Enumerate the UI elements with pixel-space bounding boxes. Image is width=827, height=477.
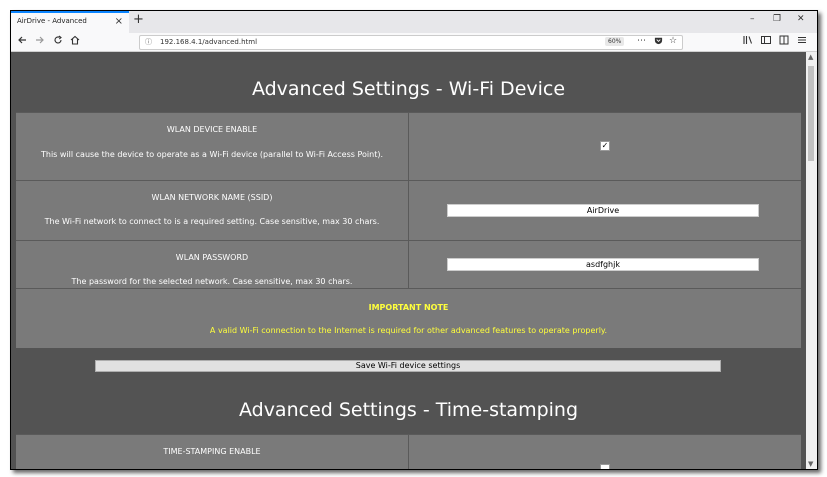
- timestamping-section-title: Advanced Settings - Time-stamping: [238, 399, 579, 421]
- home-icon[interactable]: [70, 35, 80, 48]
- vertical-scrollbar[interactable]: ▲ ▼: [806, 52, 817, 469]
- nav-bar: ⓘ 192.168.4.1/advanced.html 60% ⋯ ☆: [11, 33, 817, 52]
- browser-window: AirDrive - Advanced × + – ❐ ✕ ⓘ 192.168.…: [10, 10, 818, 470]
- minimize-icon[interactable]: –: [750, 14, 755, 24]
- value-cell: AirDrive: [409, 181, 801, 240]
- scroll-up-icon[interactable]: ▲: [808, 53, 813, 61]
- timestamping-enable-label: TIME-STAMPING ENABLE: [163, 447, 261, 456]
- back-icon[interactable]: [17, 35, 27, 48]
- scroll-down-icon[interactable]: ▼: [808, 460, 813, 468]
- label-cell: WLAN NETWORK NAME (SSID) The Wi-Fi netwo…: [16, 181, 409, 240]
- forward-icon[interactable]: [35, 35, 45, 48]
- library-icon[interactable]: [743, 35, 753, 48]
- tab-title: AirDrive - Advanced: [17, 17, 87, 25]
- save-wifi-settings-button[interactable]: Save Wi-Fi device settings: [95, 360, 721, 372]
- password-desc: The password for the selected network. C…: [71, 277, 353, 286]
- reader-icon[interactable]: [779, 35, 789, 48]
- ssid-label: WLAN NETWORK NAME (SSID): [151, 193, 273, 202]
- new-tab-button[interactable]: +: [133, 12, 144, 27]
- page-actions-icon[interactable]: ⋯: [637, 36, 646, 46]
- window-close-icon[interactable]: ✕: [797, 14, 805, 24]
- wifi-section-title: Advanced Settings - Wi-Fi Device: [251, 78, 566, 100]
- tab-close-icon[interactable]: ×: [115, 16, 123, 27]
- wlan-device-enable-desc: This will cause the device to operate as…: [41, 150, 383, 159]
- important-note-text: A valid Wi-Fi connection to the Internet…: [209, 326, 608, 335]
- zoom-indicator[interactable]: 60%: [605, 37, 625, 46]
- reload-icon[interactable]: [53, 35, 63, 48]
- address-bar[interactable]: ⓘ 192.168.4.1/advanced.html 60% ⋯ ☆: [139, 35, 683, 50]
- value-cell: ✓: [409, 113, 801, 180]
- timestamping-enable-row: TIME-STAMPING ENABLE: [16, 434, 801, 469]
- label-cell: WLAN PASSWORD The password for the selec…: [16, 241, 409, 288]
- page-content: Advanced Settings - Wi-Fi Device WLAN DE…: [11, 52, 806, 469]
- info-icon[interactable]: ⓘ: [145, 37, 152, 47]
- sidebar-icon[interactable]: [761, 35, 771, 48]
- pocket-icon[interactable]: [654, 36, 663, 48]
- ssid-input[interactable]: AirDrive: [447, 204, 759, 217]
- password-label: WLAN PASSWORD: [175, 253, 249, 262]
- ssid-row: WLAN NETWORK NAME (SSID) The Wi-Fi netwo…: [16, 180, 801, 240]
- wlan-device-enable-label: WLAN DEVICE ENABLE: [166, 125, 258, 134]
- value-cell: [409, 435, 801, 469]
- bookmark-star-icon[interactable]: ☆: [669, 36, 677, 46]
- important-note-row: IMPORTANT NOTE A valid Wi-Fi connection …: [16, 288, 801, 348]
- wlan-device-enable-row: WLAN DEVICE ENABLE This will cause the d…: [16, 112, 801, 180]
- tab-advanced[interactable]: AirDrive - Advanced ×: [11, 11, 129, 33]
- timestamping-enable-checkbox[interactable]: [600, 464, 610, 469]
- url-text[interactable]: 192.168.4.1/advanced.html: [160, 38, 257, 46]
- password-input[interactable]: asdfghjk: [447, 258, 759, 271]
- menu-icon[interactable]: [797, 35, 807, 48]
- scrollbar-thumb[interactable]: [808, 66, 814, 161]
- tab-bar: AirDrive - Advanced × + – ❐ ✕: [11, 11, 817, 33]
- wlan-device-enable-checkbox[interactable]: ✓: [600, 141, 610, 151]
- ssid-desc: The Wi-Fi network to connect to is a req…: [44, 217, 380, 226]
- label-cell: TIME-STAMPING ENABLE: [16, 435, 409, 469]
- value-cell: asdfghjk: [409, 241, 801, 288]
- password-row: WLAN PASSWORD The password for the selec…: [16, 240, 801, 288]
- important-note-title: IMPORTANT NOTE: [368, 303, 449, 312]
- label-cell: WLAN DEVICE ENABLE This will cause the d…: [16, 113, 409, 180]
- maximize-icon[interactable]: ❐: [773, 14, 781, 24]
